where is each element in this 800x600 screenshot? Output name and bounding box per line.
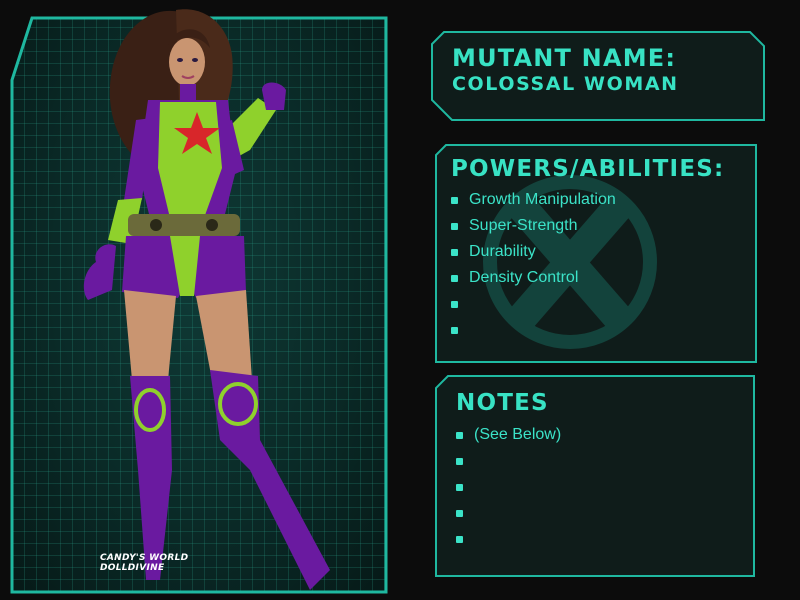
notes-list: (See Below) — [456, 422, 561, 552]
powers-card: POWERS/ABILITIES: Growth Manipulation Su… — [451, 154, 724, 343]
bullet-icon — [456, 536, 463, 543]
bullet-icon — [451, 197, 458, 204]
power-text: Growth Manipulation — [469, 191, 616, 208]
bullet-icon — [451, 249, 458, 256]
list-item: Growth Manipulation — [451, 187, 724, 213]
list-item: (See Below) — [456, 422, 561, 448]
list-item: Density Control — [451, 265, 724, 291]
bullet-icon — [451, 327, 458, 334]
power-text: Super-Strength — [469, 217, 578, 234]
powers-heading: POWERS/ABILITIES: — [451, 156, 725, 182]
list-item: Durability — [451, 239, 724, 265]
note-text: (See Below) — [474, 426, 562, 443]
list-item — [456, 474, 561, 500]
artist-credit: CANDY'S WORLD DOLLDIVINE — [100, 553, 188, 573]
bullet-icon — [451, 223, 458, 230]
bullet-icon — [456, 484, 463, 491]
bullet-icon — [456, 510, 463, 517]
bullet-icon — [456, 432, 463, 439]
credit-line-2: DOLLDIVINE — [100, 563, 165, 573]
list-item: Super-Strength — [451, 213, 724, 239]
power-text: Density Control — [469, 269, 579, 286]
name-label: MUTANT NAME: — [452, 44, 677, 72]
list-item — [456, 526, 561, 552]
bullet-icon — [451, 301, 458, 308]
credit-line-1: CANDY'S WORLD — [100, 553, 189, 563]
notes-heading: NOTES — [456, 390, 549, 416]
list-item — [456, 500, 561, 526]
bullet-icon — [456, 458, 463, 465]
list-item — [451, 291, 724, 317]
list-item — [456, 448, 561, 474]
character-illustration — [83, 9, 330, 590]
power-text: Durability — [469, 243, 536, 260]
bullet-icon — [451, 275, 458, 282]
list-item — [451, 317, 724, 343]
powers-list: Growth Manipulation Super-Strength Durab… — [451, 187, 724, 343]
notes-card: NOTES (See Below) — [456, 388, 561, 552]
name-card: MUTANT NAME: COLOSSAL WOMAN — [452, 44, 679, 96]
name-value: COLOSSAL WOMAN — [452, 73, 679, 95]
